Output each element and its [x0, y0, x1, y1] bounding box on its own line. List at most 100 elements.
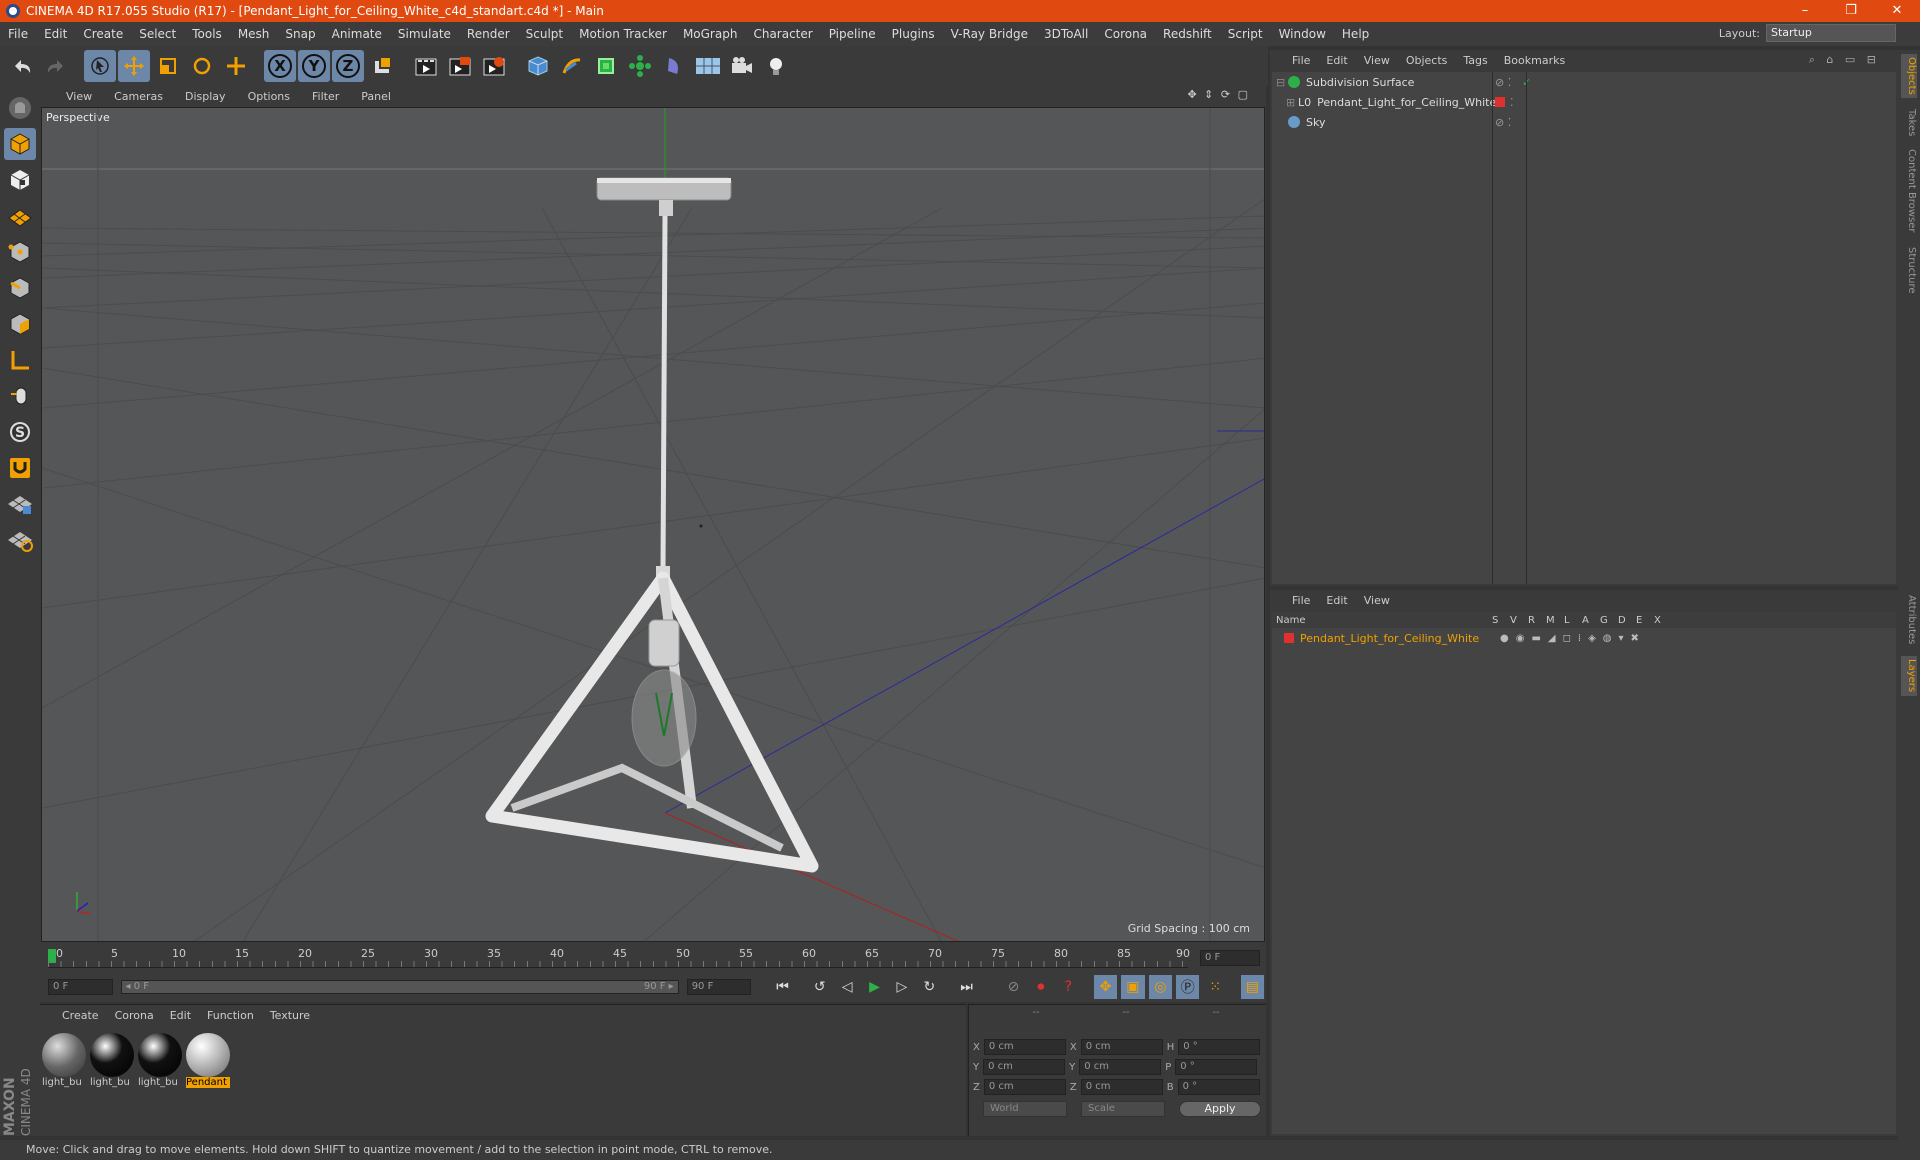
go-to-start-icon[interactable]: ⏮	[771, 975, 794, 999]
coordinate-mode-select[interactable]: Scale	[1081, 1101, 1165, 1117]
tab-objects[interactable]: Objects	[1901, 54, 1917, 98]
scale-icon[interactable]	[152, 50, 184, 82]
viewport-menu-panel[interactable]: Panel	[349, 90, 401, 103]
material-menu-corona[interactable]: Corona	[107, 1009, 162, 1022]
size-x-field[interactable]: 0 cm	[1080, 1039, 1163, 1055]
key-rotation-icon[interactable]: ◎	[1148, 975, 1173, 999]
position-y-field[interactable]: 0 cm	[983, 1059, 1066, 1075]
start-frame-field[interactable]: 0 F	[48, 979, 113, 995]
object-row[interactable]: Sky ⊘ ⁚	[1272, 112, 1896, 132]
tweak-mode-icon[interactable]	[4, 380, 36, 412]
render-view-icon[interactable]	[410, 50, 442, 82]
3d-viewport[interactable]: Perspective Grid Spacing: 100 cm	[41, 107, 1265, 942]
material-swatch-selected[interactable]: Pendant	[186, 1033, 232, 1091]
key-position-icon[interactable]: ✥	[1093, 975, 1118, 999]
position-z-field[interactable]: 0 cm	[983, 1079, 1066, 1095]
size-y-field[interactable]: 0 cm	[1079, 1059, 1162, 1075]
rotation-b-field[interactable]: 0 °	[1177, 1079, 1260, 1095]
material-swatch[interactable]: light_bu	[90, 1033, 136, 1091]
viewport-menu-options[interactable]: Options	[236, 90, 300, 103]
layer-toggle-icons[interactable]: ●◉▬◢◻⁞◈◍▾✖	[1500, 633, 1646, 644]
menu-mesh[interactable]: Mesh	[230, 27, 278, 41]
material-menu-edit[interactable]: Edit	[162, 1009, 199, 1022]
material-swatch[interactable]: light_bu	[138, 1033, 184, 1091]
expand-icon[interactable]: ⊞	[1286, 96, 1296, 109]
motion-record-icon[interactable]: ⊘	[1002, 975, 1025, 999]
layer-color-icon[interactable]	[1495, 97, 1505, 107]
restore-button[interactable]: ❐	[1828, 0, 1874, 22]
coordinate-system-icon[interactable]	[366, 50, 398, 82]
points-mode-icon[interactable]	[4, 236, 36, 268]
objmgr-menu-bookmarks[interactable]: Bookmarks	[1496, 54, 1573, 67]
grid-refresh-icon[interactable]	[4, 524, 36, 556]
rotation-p-field[interactable]: 0 °	[1175, 1059, 1258, 1075]
pen-icon[interactable]	[556, 50, 588, 82]
menu-vray-bridge[interactable]: V-Ray Bridge	[943, 27, 1036, 41]
visibility-dots-icon[interactable]: ⊘ ⁚	[1495, 76, 1511, 89]
y-axis-icon[interactable]: Y	[298, 50, 330, 82]
light-icon[interactable]	[760, 50, 792, 82]
menu-motion-tracker[interactable]: Motion Tracker	[571, 27, 675, 41]
visibility-dots-icon[interactable]: ⁚	[1510, 96, 1514, 109]
tab-content-browser[interactable]: Content Browser	[1901, 146, 1917, 236]
objmgr-menu-file[interactable]: File	[1284, 54, 1318, 67]
axis-mode-icon[interactable]	[4, 344, 36, 376]
menu-mograph[interactable]: MoGraph	[675, 27, 746, 41]
menu-tools[interactable]: Tools	[184, 27, 230, 41]
menu-snap[interactable]: Snap	[277, 27, 323, 41]
texture-mode-icon[interactable]	[4, 164, 36, 196]
previous-frame-icon[interactable]: ◁	[835, 975, 858, 999]
menu-pipeline[interactable]: Pipeline	[821, 27, 884, 41]
end-frame-field[interactable]: 90 F	[686, 979, 752, 995]
menu-3dtoall[interactable]: 3DToAll	[1036, 27, 1096, 41]
autokey-icon[interactable]: ?	[1057, 975, 1080, 999]
render-picture-viewer-icon[interactable]	[444, 50, 476, 82]
x-axis-icon[interactable]: X	[264, 50, 296, 82]
material-menu-function[interactable]: Function	[199, 1009, 262, 1022]
object-list[interactable]: ⊟ Subdivision Surface ⊘ ⁚ ✓ ⊞ L0 Pendant…	[1272, 72, 1896, 584]
coordinate-space-select[interactable]: World	[983, 1101, 1067, 1117]
timeline-ruler[interactable]: 0 5 10 15 20 25 30 35 40 45 50 55 60 65 …	[40, 944, 1266, 972]
rotate-icon[interactable]	[186, 50, 218, 82]
layermgr-menu-file[interactable]: File	[1284, 594, 1318, 607]
layermgr-menu-view[interactable]: View	[1356, 594, 1398, 607]
deformer-icon[interactable]	[658, 50, 690, 82]
material-swatch[interactable]: light_bu	[42, 1033, 88, 1091]
move-icon[interactable]	[118, 50, 150, 82]
previous-key-icon[interactable]: ↺	[808, 975, 831, 999]
menu-select[interactable]: Select	[131, 27, 184, 41]
menu-sculpt[interactable]: Sculpt	[518, 27, 571, 41]
make-editable-icon[interactable]	[4, 92, 36, 124]
material-menu-texture[interactable]: Texture	[262, 1009, 318, 1022]
tab-takes[interactable]: Takes	[1901, 104, 1917, 142]
objmgr-menu-edit[interactable]: Edit	[1318, 54, 1355, 67]
material-menu-create[interactable]: Create	[54, 1009, 107, 1022]
viewport-menu-cameras[interactable]: Cameras	[102, 90, 173, 103]
menu-corona[interactable]: Corona	[1096, 27, 1155, 41]
tab-structure[interactable]: Structure	[1901, 242, 1917, 298]
timeline-window-icon[interactable]: ▤	[1240, 975, 1265, 999]
close-button[interactable]: ✕	[1874, 0, 1920, 22]
workplane-icon[interactable]	[4, 200, 36, 232]
layer-color-swatch[interactable]	[1284, 633, 1294, 643]
lock-workplane-icon[interactable]	[4, 488, 36, 520]
floor-icon[interactable]	[692, 50, 724, 82]
collapse-icon[interactable]: ⊟	[1276, 76, 1286, 89]
menu-animate[interactable]: Animate	[324, 27, 390, 41]
next-key-icon[interactable]: ↻	[918, 975, 941, 999]
layer-row[interactable]: Pendant_Light_for_Ceiling_White ●◉▬◢◻⁞◈◍…	[1272, 628, 1896, 648]
solo-icon[interactable]: S	[4, 416, 36, 448]
select-arrow-icon[interactable]	[84, 50, 116, 82]
size-z-field[interactable]: 0 cm	[1080, 1079, 1163, 1095]
objmgr-search-home-icons[interactable]: ⌕ ⌂ ▭ ⊟	[1801, 53, 1888, 67]
viewport-menu-view[interactable]: View	[54, 90, 102, 103]
layermgr-menu-edit[interactable]: Edit	[1318, 594, 1355, 607]
menu-window[interactable]: Window	[1271, 27, 1334, 41]
menu-character[interactable]: Character	[745, 27, 820, 41]
layout-select[interactable]: Startup	[1766, 24, 1896, 42]
menu-file[interactable]: File	[0, 27, 36, 41]
object-row[interactable]: ⊞ L0 Pendant_Light_for_Ceiling_White ⁚	[1272, 92, 1896, 112]
menu-simulate[interactable]: Simulate	[390, 27, 459, 41]
array-icon[interactable]	[624, 50, 656, 82]
model-mode-icon[interactable]	[4, 128, 36, 160]
